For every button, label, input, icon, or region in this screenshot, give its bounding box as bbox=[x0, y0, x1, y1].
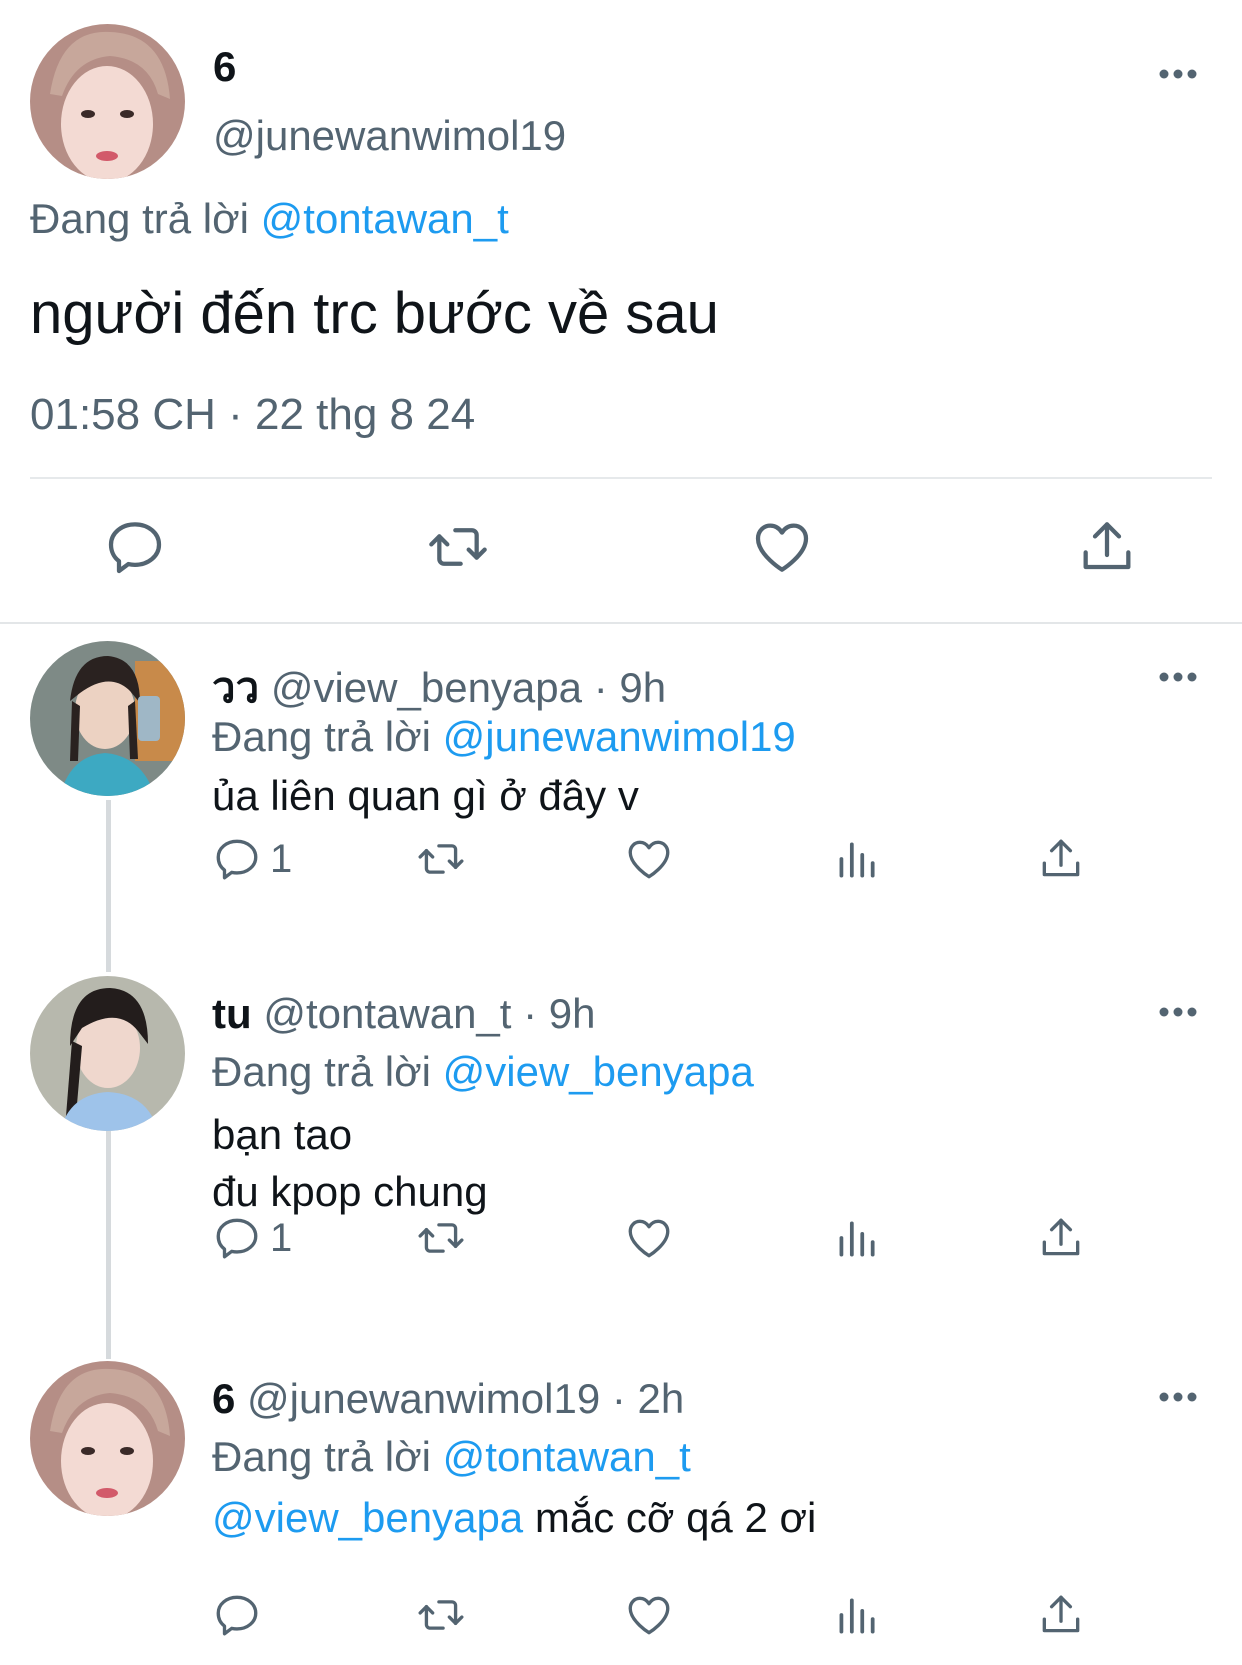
reply-time[interactable]: · 9h bbox=[594, 664, 666, 711]
views-icon[interactable] bbox=[831, 1587, 881, 1643]
reply-text-line: bạn tao bbox=[212, 1111, 353, 1158]
author-handle[interactable]: @junewanwimol19 bbox=[247, 1375, 600, 1422]
like-icon[interactable] bbox=[624, 1210, 674, 1266]
replying-prefix: Đang trả lời bbox=[30, 195, 249, 242]
like-icon[interactable] bbox=[624, 831, 674, 887]
reply-actions bbox=[0, 1587, 1242, 1643]
reply-actions: 1 bbox=[0, 831, 1242, 887]
avatar[interactable] bbox=[30, 976, 185, 1131]
reply-tweet[interactable]: tu @tontawan_t · 9h Đang trả lời @view_b… bbox=[0, 976, 1242, 1356]
reply-text-content: mắc cỡ qá 2 ơi bbox=[534, 1494, 817, 1541]
reply-tweet[interactable]: วว @view_benyapa · 9h Đang trả lời @june… bbox=[0, 641, 1242, 971]
reply-time[interactable]: · 9h bbox=[523, 990, 595, 1037]
reply-text: bạn tao đu kpop chung bbox=[212, 1106, 488, 1220]
share-icon[interactable] bbox=[1036, 1210, 1086, 1266]
replying-to: Đang trả lời @tontawan_t bbox=[30, 195, 509, 243]
more-options-icon[interactable] bbox=[1158, 671, 1198, 683]
avatar[interactable] bbox=[30, 24, 185, 179]
more-options-icon[interactable] bbox=[1158, 1006, 1198, 1018]
section-divider bbox=[0, 622, 1242, 624]
author-handle[interactable]: @view_benyapa bbox=[271, 664, 582, 711]
share-icon[interactable] bbox=[1036, 1587, 1086, 1643]
author-name[interactable]: 6 bbox=[212, 1375, 235, 1422]
reply-actions: 1 bbox=[0, 1210, 1242, 1266]
mention-link[interactable]: @view_benyapa bbox=[212, 1494, 523, 1541]
replying-to-link[interactable]: @view_benyapa bbox=[443, 1048, 754, 1095]
reply-icon[interactable] bbox=[103, 515, 167, 579]
share-icon[interactable] bbox=[1075, 515, 1139, 579]
reply-button[interactable] bbox=[212, 1587, 270, 1643]
replying-prefix: Đang trả lời bbox=[212, 1048, 431, 1095]
author-name[interactable]: 6 bbox=[213, 43, 236, 91]
share-icon[interactable] bbox=[1036, 831, 1086, 887]
reply-icon bbox=[216, 1218, 258, 1259]
reply-tweet[interactable]: 6 @junewanwimol19 · 2h Đang trả lời @ton… bbox=[0, 1361, 1242, 1661]
author-name[interactable]: tu bbox=[212, 990, 252, 1037]
reply-icon bbox=[216, 839, 258, 880]
avatar[interactable] bbox=[30, 641, 185, 796]
like-icon[interactable] bbox=[750, 515, 814, 579]
tweet-timestamp[interactable]: 01:58 CH · 22 thg 8 24 bbox=[30, 390, 475, 440]
reply-header: tu @tontawan_t · 9h bbox=[212, 990, 596, 1038]
author-name[interactable]: วว bbox=[212, 664, 259, 711]
reply-text-line: ủa liên quan gì ở đây v bbox=[212, 772, 639, 819]
views-icon[interactable] bbox=[831, 1210, 881, 1266]
retweet-icon[interactable] bbox=[416, 831, 466, 887]
reply-header: วว @view_benyapa · 9h bbox=[212, 655, 666, 721]
retweet-icon[interactable] bbox=[426, 515, 490, 579]
retweet-icon[interactable] bbox=[416, 1210, 466, 1266]
replying-prefix: Đang trả lời bbox=[212, 713, 431, 760]
retweet-icon[interactable] bbox=[416, 1587, 466, 1643]
more-options-icon[interactable] bbox=[1158, 1391, 1198, 1403]
author-handle[interactable]: @tontawan_t bbox=[263, 990, 511, 1037]
main-tweet: 6 @junewanwimol19 Đang trả lời @tontawan… bbox=[0, 0, 1242, 622]
reply-icon bbox=[216, 1595, 258, 1636]
reply-header: 6 @junewanwimol19 · 2h bbox=[212, 1375, 684, 1423]
tweet-actions bbox=[0, 515, 1242, 585]
replying-to-link[interactable]: @tontawan_t bbox=[261, 195, 509, 242]
tweet-text: người đến trc bước về sau bbox=[30, 281, 719, 346]
replying-to-link[interactable]: @junewanwimol19 bbox=[443, 713, 796, 760]
reply-button[interactable]: 1 bbox=[212, 831, 292, 887]
divider bbox=[30, 477, 1212, 479]
like-icon[interactable] bbox=[624, 1587, 674, 1643]
views-icon[interactable] bbox=[831, 831, 881, 887]
reply-text: ủa liên quan gì ở đây v bbox=[212, 767, 639, 824]
reply-button[interactable]: 1 bbox=[212, 1210, 292, 1266]
reply-time[interactable]: · 2h bbox=[612, 1375, 684, 1422]
replying-prefix: Đang trả lời bbox=[212, 1433, 431, 1480]
reply-count: 1 bbox=[270, 836, 293, 881]
reply-count: 1 bbox=[270, 1215, 293, 1260]
author-handle[interactable]: @junewanwimol19 bbox=[213, 112, 566, 160]
reply-text: @view_benyapa mắc cỡ qá 2 ơi bbox=[212, 1489, 816, 1546]
replying-to: Đang trả lời @view_benyapa bbox=[212, 1048, 754, 1096]
more-options-icon[interactable] bbox=[1158, 68, 1198, 80]
replying-to-link[interactable]: @tontawan_t bbox=[443, 1433, 691, 1480]
replying-to: Đang trả lời @tontawan_t bbox=[212, 1433, 691, 1481]
avatar[interactable] bbox=[30, 1361, 185, 1516]
replying-to: Đang trả lời @junewanwimol19 bbox=[212, 713, 796, 761]
